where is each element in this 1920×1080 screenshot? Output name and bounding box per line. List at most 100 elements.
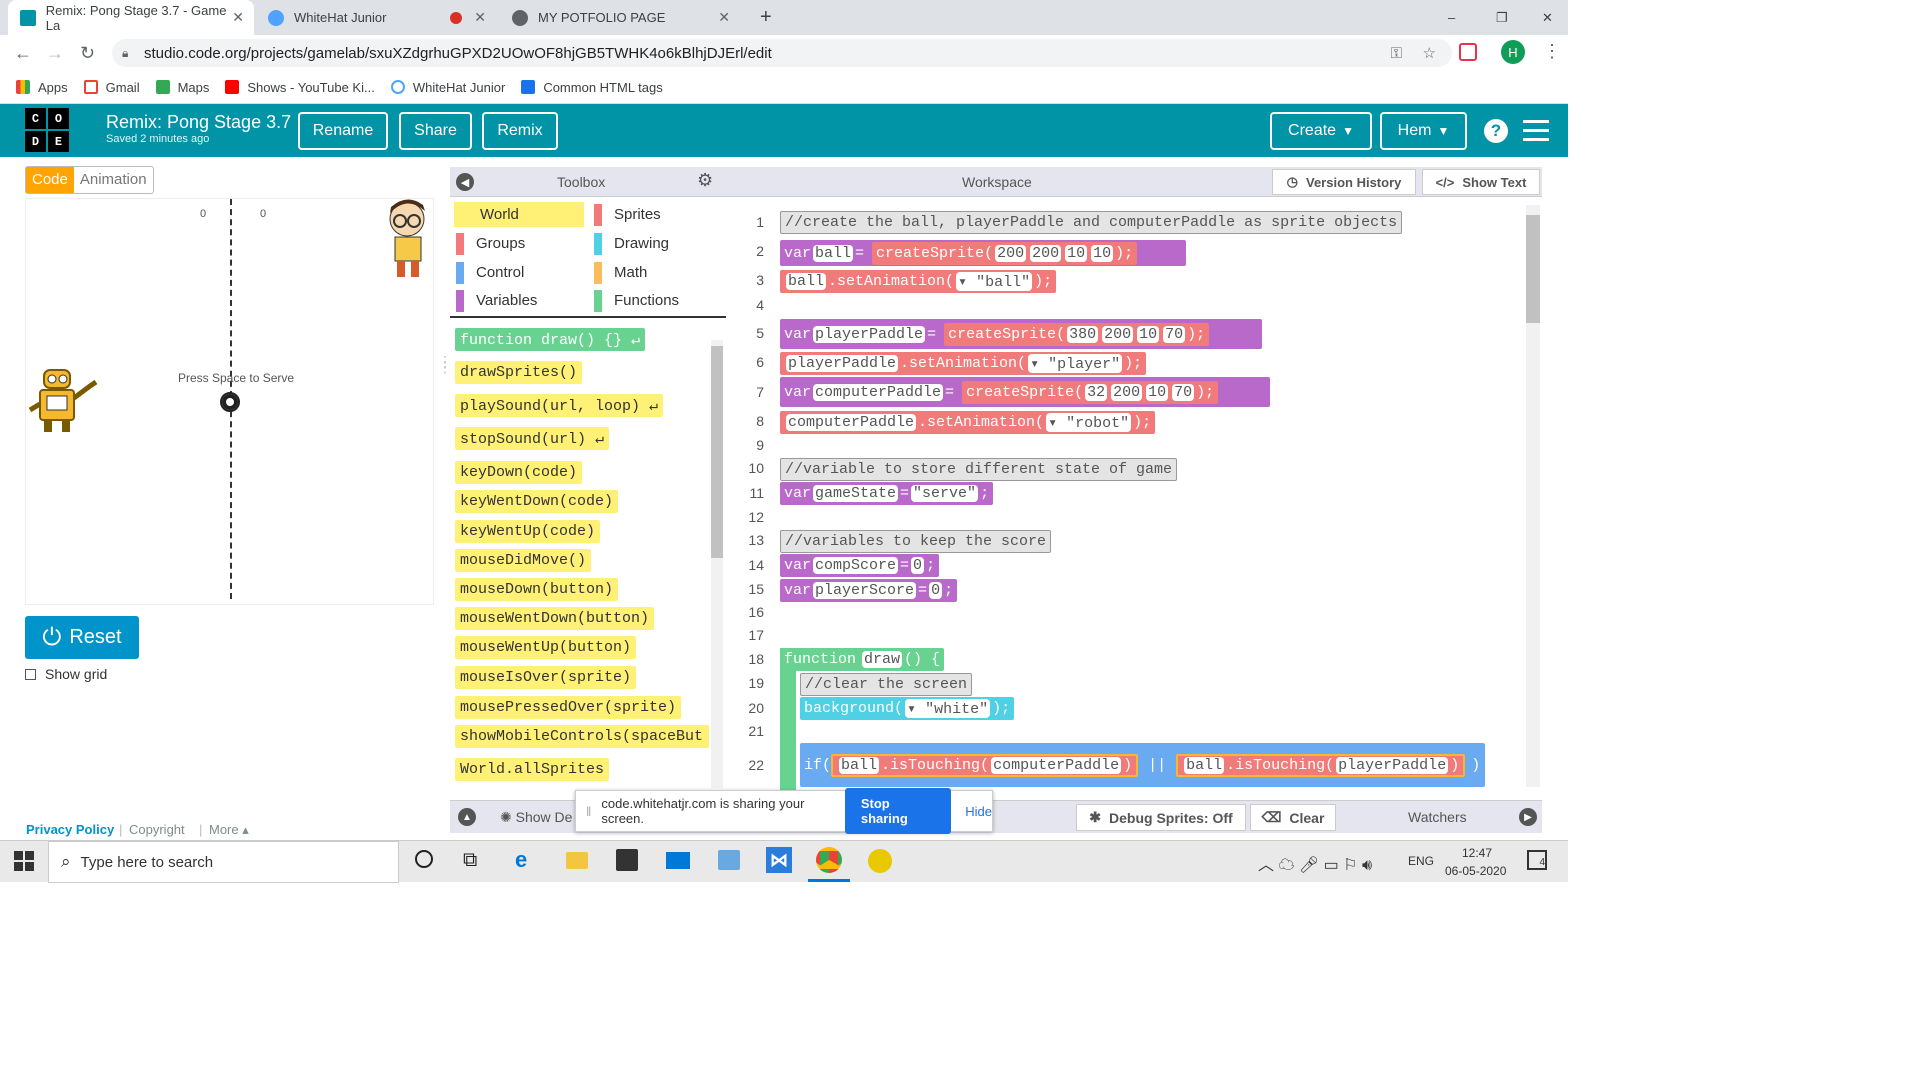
createsprite-block[interactable]: createSprite(380 200 10 70); bbox=[944, 322, 1210, 346]
app-icon[interactable] bbox=[868, 849, 892, 873]
copyright-link[interactable]: Copyright bbox=[129, 822, 185, 837]
collapse-toolbox-icon[interactable]: ◀ bbox=[456, 173, 474, 191]
var-gamestate-block[interactable]: var gameState = "serve" ; bbox=[780, 482, 994, 505]
rename-button[interactable]: Rename bbox=[298, 112, 388, 150]
browser-tab-whitehat[interactable]: WhiteHat Junior ✕ bbox=[256, 0, 496, 35]
createsprite-block[interactable]: createSprite(32 200 10 70); bbox=[962, 380, 1219, 404]
task-view-icon[interactable]: ⧉ bbox=[463, 849, 477, 872]
bookmark-whitehat[interactable]: WhiteHat Junior bbox=[390, 80, 505, 95]
category-groups[interactable]: Groups bbox=[450, 231, 525, 256]
language-indicator[interactable]: ENG bbox=[1408, 854, 1434, 868]
var-compscore-block[interactable]: var compScore = 0 ; bbox=[780, 554, 940, 577]
istouching-block[interactable]: ball .isTouching(playerPaddle) bbox=[1176, 753, 1466, 777]
store-icon[interactable] bbox=[616, 849, 638, 871]
var-ball-block[interactable]: var ball = createSprite(200 200 10 10); bbox=[780, 240, 1186, 266]
star-icon[interactable]: ☆ bbox=[1423, 44, 1436, 62]
function-draw-block[interactable]: function draw () { bbox=[780, 648, 945, 671]
code-org-logo[interactable]: C O D E bbox=[25, 108, 69, 152]
playerpaddle-setanimation-block[interactable]: playerPaddle .setAnimation(▾ "player"); bbox=[780, 352, 1147, 375]
category-functions[interactable]: Functions bbox=[588, 288, 679, 313]
show-text-button[interactable]: </> Show Text bbox=[1422, 169, 1540, 195]
category-sprites[interactable]: Sprites bbox=[588, 202, 661, 227]
hamburger-menu-icon[interactable] bbox=[1523, 120, 1549, 141]
block-stopsound[interactable]: stopSound(url) ↵ bbox=[455, 427, 610, 450]
reset-button[interactable]: ⏻ Reset bbox=[25, 616, 139, 659]
workspace-scrollbar[interactable] bbox=[1526, 205, 1540, 787]
new-tab-button[interactable]: + bbox=[748, 0, 784, 35]
drag-handle-icon[interactable]: ‖ bbox=[586, 804, 591, 819]
background-block[interactable]: background(▾ "white"); bbox=[800, 697, 1015, 720]
block-mouseisover[interactable]: mouseIsOver(sprite) bbox=[455, 666, 637, 689]
hide-button[interactable]: Hide bbox=[965, 804, 992, 819]
category-world[interactable]: World bbox=[454, 202, 584, 227]
block-mousepressedover[interactable]: mousePressedOver(sprite) bbox=[455, 696, 682, 719]
tab-code[interactable]: Code bbox=[26, 167, 74, 193]
createsprite-block[interactable]: createSprite(200 200 10 10); bbox=[872, 241, 1138, 265]
block-keywentup[interactable]: keyWentUp(code) bbox=[455, 520, 601, 543]
privacy-policy-link[interactable]: Privacy Policy bbox=[26, 822, 114, 837]
block-showmobilecontrols[interactable]: showMobileControls(spaceBut bbox=[455, 725, 709, 748]
block-keydown[interactable]: keyDown(code) bbox=[455, 461, 583, 484]
extension-icon[interactable] bbox=[1459, 43, 1477, 61]
clock-date[interactable]: 06-05-2020 bbox=[1445, 864, 1506, 878]
minimize-button[interactable]: – bbox=[1436, 0, 1467, 35]
back-arrow-icon[interactable]: ← bbox=[14, 43, 32, 64]
comment-block[interactable]: //clear the screen bbox=[800, 673, 973, 696]
more-link[interactable]: More ▴ bbox=[209, 822, 249, 838]
cortana-icon[interactable] bbox=[415, 850, 433, 868]
stop-sharing-button[interactable]: Stop sharing bbox=[844, 788, 952, 834]
block-world-allsprites[interactable]: World.allSprites bbox=[455, 758, 610, 781]
block-mousewentup[interactable]: mouseWentUp(button) bbox=[455, 636, 637, 659]
edge-icon[interactable]: e bbox=[515, 847, 527, 873]
block-drawsprites[interactable]: drawSprites() bbox=[455, 361, 583, 384]
mail-icon[interactable] bbox=[666, 852, 690, 869]
taskbar-search-box[interactable]: ⌕ Type here to search bbox=[48, 841, 399, 883]
version-history-button[interactable]: ◷ Version History bbox=[1272, 169, 1416, 195]
game-stage[interactable]: 0 0 Press Space to Serve bbox=[25, 198, 434, 605]
close-tab-icon[interactable]: ✕ bbox=[232, 9, 244, 26]
block-mousewentdown[interactable]: mouseWentDown(button) bbox=[455, 607, 655, 630]
user-menu-button[interactable]: Hem ▼ bbox=[1380, 112, 1467, 150]
expand-debug-icon[interactable]: ▲ bbox=[458, 808, 476, 826]
var-playerpaddle-block[interactable]: var playerPaddle = createSprite(380 200 10… bbox=[780, 319, 1262, 349]
browser-menu-icon[interactable]: ⋮ bbox=[1543, 41, 1561, 62]
chrome-icon[interactable] bbox=[816, 847, 842, 873]
istouching-block[interactable]: ball .isTouching(computerPaddle) bbox=[831, 753, 1139, 777]
if-block[interactable]: if( ball .isTouching(computerPaddle) || b… bbox=[800, 743, 1498, 787]
windows-start-icon[interactable] bbox=[14, 851, 34, 871]
category-math[interactable]: Math bbox=[588, 260, 647, 285]
close-tab-icon[interactable]: ✕ bbox=[474, 9, 486, 26]
system-tray-icons[interactable]: ︿ ☁ 🎤︎ ▭ ⚐ 🔊︎ bbox=[1258, 851, 1372, 875]
bookmark-maps[interactable]: Maps bbox=[155, 80, 209, 95]
debug-sprites-button[interactable]: ✱ Debug Sprites: Off bbox=[1076, 804, 1246, 831]
app-icon[interactable] bbox=[718, 850, 740, 870]
category-control[interactable]: Control bbox=[450, 260, 524, 285]
block-playsound[interactable]: playSound(url, loop) ↵ bbox=[455, 394, 664, 417]
forward-arrow-icon[interactable]: → bbox=[46, 43, 64, 64]
clock-time[interactable]: 12:47 bbox=[1462, 846, 1492, 860]
remix-button[interactable]: Remix bbox=[482, 112, 558, 150]
vscode-icon[interactable]: ⋈ bbox=[766, 847, 792, 873]
block-keywentdown[interactable]: keyWentDown(code) bbox=[455, 490, 619, 513]
category-drawing[interactable]: Drawing bbox=[588, 231, 669, 256]
browser-tab-active[interactable]: Remix: Pong Stage 3.7 - Game La ✕ bbox=[8, 0, 254, 35]
bookmark-html-tags[interactable]: Common HTML tags bbox=[521, 80, 663, 95]
close-window-button[interactable]: ✕ bbox=[1530, 0, 1565, 35]
help-icon[interactable]: ? bbox=[1484, 119, 1508, 143]
block-mousedidmove[interactable]: mouseDidMove() bbox=[455, 549, 592, 572]
computerpaddle-setanimation-block[interactable]: computerPaddle .setAnimation(▾ "robot"); bbox=[780, 411, 1156, 434]
profile-avatar[interactable]: H bbox=[1501, 40, 1525, 64]
file-explorer-icon[interactable] bbox=[566, 852, 588, 869]
show-grid-toggle[interactable]: Show grid bbox=[25, 666, 107, 682]
toolbox-scrollbar[interactable] bbox=[711, 340, 723, 788]
key-icon[interactable]: ⚿ bbox=[1391, 45, 1402, 62]
checkbox[interactable] bbox=[25, 668, 36, 680]
var-computerpaddle-block[interactable]: var computerPaddle = createSprite(32 200 1… bbox=[780, 377, 1270, 407]
show-debug-button[interactable]: ✺ Show De bbox=[500, 809, 572, 826]
maximize-button[interactable]: ❐ bbox=[1484, 0, 1520, 35]
var-name[interactable]: ball bbox=[813, 244, 854, 262]
expand-watchers-icon[interactable]: ▶ bbox=[1519, 808, 1537, 826]
clear-button[interactable]: ⌫ Clear bbox=[1250, 804, 1336, 831]
comment-block[interactable]: //variable to store different state of g… bbox=[780, 458, 1178, 481]
browser-tab-portfolio[interactable]: MY POTFOLIO PAGE ✕ bbox=[500, 0, 740, 35]
